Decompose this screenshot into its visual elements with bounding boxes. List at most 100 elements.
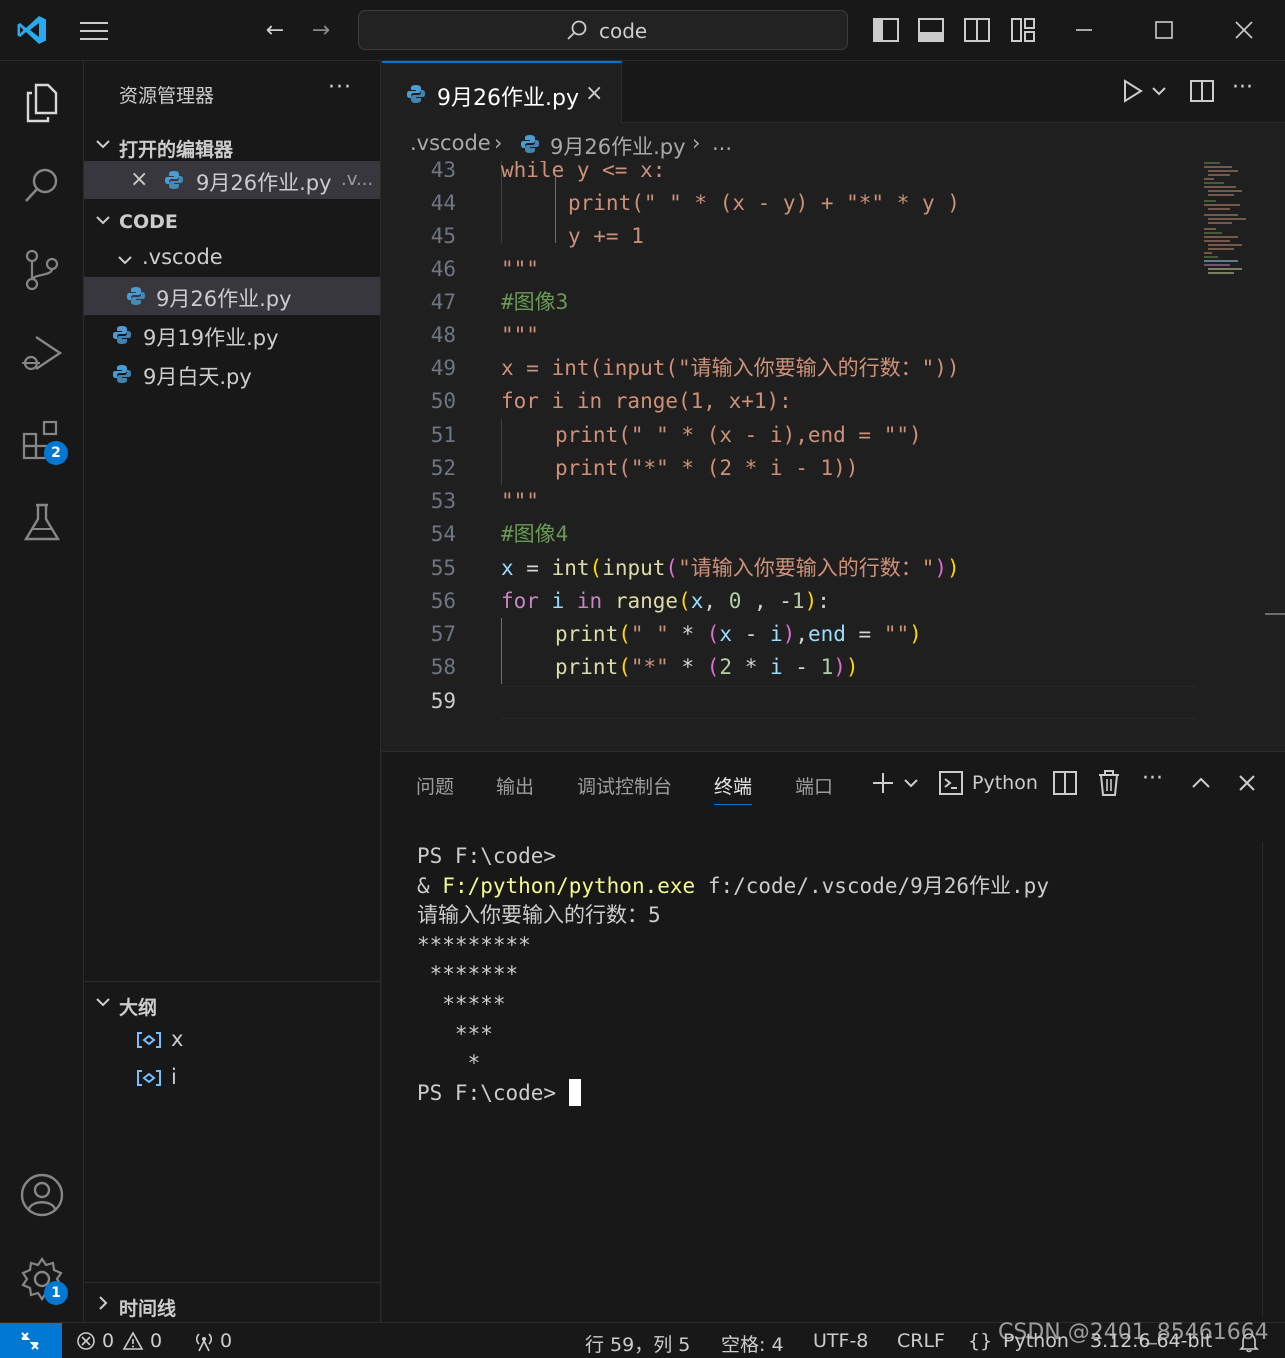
terminal-output[interactable]: PS F:\code> & F:/python/python.exe f:/co…: [417, 842, 1049, 1108]
testing-icon[interactable]: [18, 499, 66, 547]
line-number: 58: [430, 655, 456, 679]
tree-item-label: 9月26作业.py: [156, 287, 292, 311]
terminal-scrollbar[interactable]: [1262, 842, 1282, 1317]
end-of-line[interactable]: CRLF: [897, 1330, 945, 1352]
maximize-panel-chevron-up-icon[interactable]: [1188, 768, 1214, 798]
code-line: 52 print("*" * (2 * i - 1)): [382, 452, 1285, 485]
breadcrumb-item[interactable]: .vscode: [410, 131, 491, 155]
terminal-profile-chevron-icon[interactable]: [902, 768, 920, 798]
forward-arrow-icon[interactable]: →: [308, 18, 334, 44]
encoding[interactable]: UTF-8: [813, 1330, 868, 1352]
terminal-instance-label[interactable]: Python: [972, 772, 1038, 802]
explorer-icon[interactable]: [18, 79, 66, 127]
terminal-line: ***: [417, 1021, 493, 1046]
tab-close-icon[interactable]: ×: [585, 81, 603, 106]
breadcrumb-item[interactable]: ...: [712, 131, 732, 155]
cursor-position[interactable]: 行 59，列 5: [585, 1330, 690, 1357]
chevron-down-icon: [96, 140, 110, 149]
new-terminal-plus-icon[interactable]: [870, 768, 896, 798]
explorer-sidebar: 资源管理器 ··· 打开的编辑器 × 9月26作业.py .v... CODE …: [84, 61, 381, 1322]
breadcrumb-separator-icon: ›: [692, 131, 701, 155]
code-text: print(" " * (x - i),end = ""): [555, 423, 922, 447]
bottom-panel: 问题 输出 调试控制台 终端 端口 Python ··· PS F:\code>…: [382, 751, 1285, 1322]
vscode-logo-icon: [17, 16, 46, 44]
code-text: x = int(input("请输入你要输入的行数：")): [501, 356, 960, 380]
tree-folder-vscode[interactable]: .vscode: [84, 239, 380, 277]
close-panel-icon[interactable]: [1234, 768, 1260, 798]
sidebar-title: 资源管理器: [119, 85, 215, 107]
breadcrumb-item[interactable]: 9月26作业.py: [550, 131, 686, 161]
terminal-line: 请输入你要输入的行数：5: [417, 903, 661, 928]
ports-broadcast-icon[interactable]: [192, 1330, 216, 1352]
code-line: 48 """: [382, 319, 1285, 352]
minimap[interactable]: [1202, 161, 1282, 291]
maximize-window-icon[interactable]: [1148, 14, 1180, 46]
editor-more-actions[interactable]: ···: [1232, 75, 1260, 103]
code-text: print("*" * (2 * i - 1)): [555, 456, 859, 480]
kill-terminal-trash-icon[interactable]: [1096, 768, 1122, 798]
open-editor-item[interactable]: × 9月26作业.py .v...: [84, 161, 380, 199]
warning-count[interactable]: 0: [150, 1330, 162, 1352]
search-view-icon[interactable]: [18, 161, 66, 209]
source-control-icon[interactable]: [18, 246, 66, 294]
outline-item[interactable]: i: [84, 1059, 380, 1097]
tab-terminal[interactable]: 终端: [714, 772, 753, 805]
back-arrow-icon[interactable]: ←: [262, 18, 288, 44]
close-window-icon[interactable]: [1228, 14, 1260, 46]
language-braces-icon[interactable]: {}: [968, 1330, 992, 1352]
section-divider: [84, 981, 381, 982]
timeline-section-header[interactable]: 时间线: [84, 1288, 381, 1324]
line-number: 56: [430, 589, 456, 613]
tree-item-file[interactable]: 9月19作业.py: [84, 316, 380, 354]
line-number: 59: [430, 689, 456, 713]
tree-item-file[interactable]: 9月白天.py: [84, 355, 380, 393]
panel-more-actions[interactable]: ···: [1142, 766, 1163, 796]
line-number: 57: [430, 622, 456, 646]
terminal-line: *****: [417, 991, 506, 1016]
outline-item[interactable]: x: [84, 1021, 380, 1059]
accounts-icon[interactable]: [18, 1171, 66, 1219]
error-icon[interactable]: [76, 1331, 96, 1351]
ports-count[interactable]: 0: [220, 1330, 232, 1352]
section-divider: [84, 1282, 381, 1283]
customize-layout-icon[interactable]: [1009, 16, 1037, 44]
run-and-debug-icon[interactable]: [18, 329, 66, 377]
code-editor[interactable]: 43 while y <= x: 44 print(" " * (x - y) + …: [382, 161, 1285, 751]
chevron-right-icon: [99, 1296, 108, 1310]
minimize-window-icon[interactable]: [1068, 14, 1100, 46]
open-editors-section-header[interactable]: 打开的编辑器: [84, 129, 381, 165]
code-line: 53 """: [382, 485, 1285, 518]
tab-debug-console[interactable]: 调试控制台: [577, 772, 672, 799]
outline-section-header[interactable]: 大纲: [84, 987, 381, 1023]
tab-output[interactable]: 输出: [496, 772, 534, 799]
toggle-secondary-sidebar-icon[interactable]: [963, 16, 991, 44]
split-editor-icon[interactable]: [1188, 77, 1216, 105]
code-line: 58 print("*" * (2 * i - 1)): [382, 651, 1285, 684]
tree-item-label: 9月19作业.py: [143, 326, 279, 350]
line-number: 49: [430, 356, 456, 380]
toggle-primary-sidebar-icon[interactable]: [872, 16, 900, 44]
folder-label: CODE: [119, 211, 178, 233]
toggle-panel-icon[interactable]: [917, 16, 945, 44]
python-file-icon: [113, 365, 131, 383]
run-options-chevron-icon[interactable]: [1150, 77, 1168, 105]
error-count[interactable]: 0: [102, 1330, 114, 1352]
hamburger-menu-icon[interactable]: [78, 18, 110, 44]
terminal-line: & F:/python/python.exe f:/code/.vscode/9…: [417, 873, 1049, 898]
split-terminal-icon[interactable]: [1052, 768, 1078, 798]
line-number: 43: [430, 161, 456, 182]
command-center-search[interactable]: code: [358, 10, 848, 50]
editor-tab-active[interactable]: 9月26作业.py ×: [382, 61, 622, 123]
sidebar-more-actions[interactable]: ···: [328, 75, 352, 100]
warning-icon[interactable]: [122, 1331, 144, 1351]
run-python-file-icon[interactable]: [1118, 77, 1146, 105]
close-icon[interactable]: ×: [130, 167, 148, 192]
variable-symbol-icon: [137, 1070, 161, 1086]
remote-indicator[interactable]: [0, 1323, 62, 1358]
variable-symbol-icon: [137, 1032, 161, 1048]
folder-section-header[interactable]: CODE: [84, 205, 381, 241]
tab-problems[interactable]: 问题: [416, 772, 454, 799]
indentation[interactable]: 空格: 4: [721, 1330, 784, 1357]
tree-item-file[interactable]: 9月26作业.py: [84, 277, 380, 315]
tab-ports[interactable]: 端口: [795, 772, 833, 799]
